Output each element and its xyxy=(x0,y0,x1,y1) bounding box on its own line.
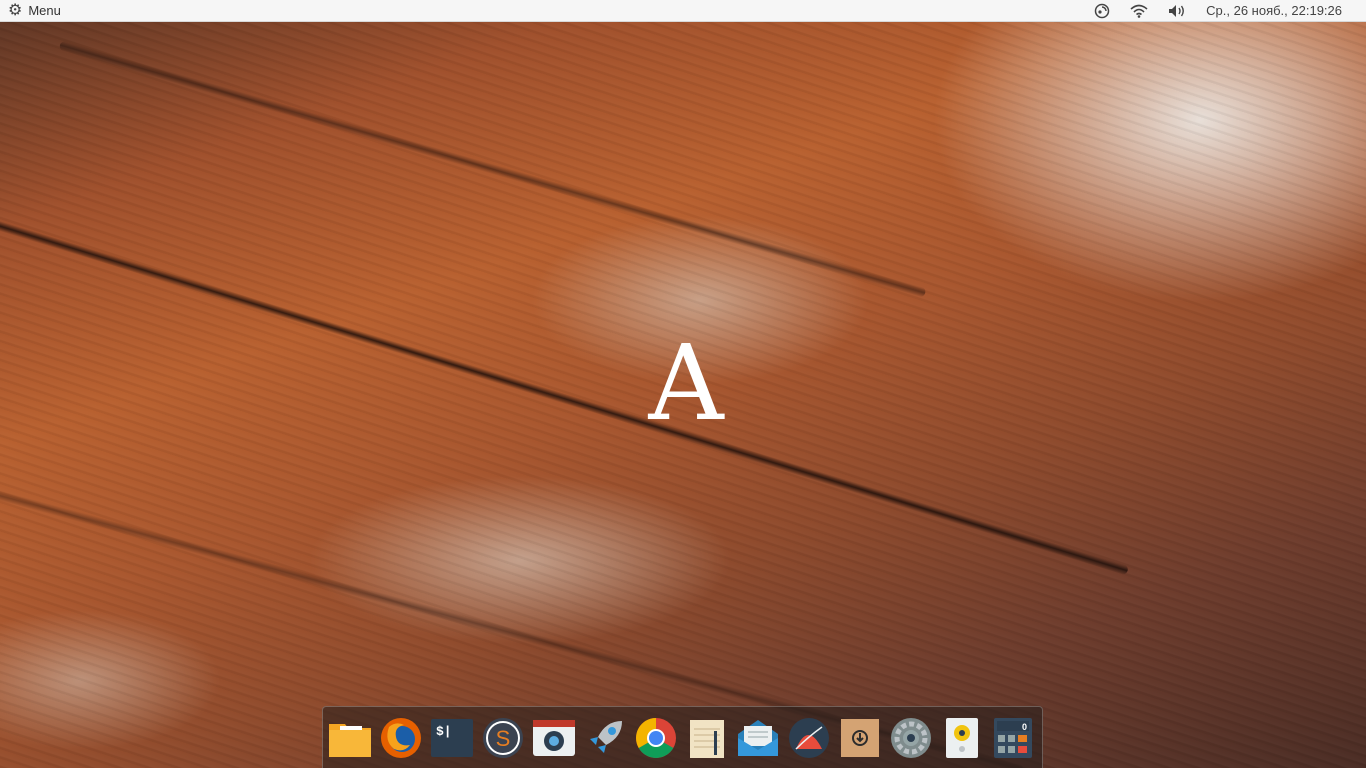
gear-icon: ⚙ xyxy=(8,1,23,19)
wallpaper-crack xyxy=(58,40,927,298)
dock: $| S 0 xyxy=(322,706,1043,768)
calculator-icon: 0 xyxy=(994,717,1032,758)
dock-item-chrome[interactable] xyxy=(633,715,679,761)
svg-text:$|: $| xyxy=(436,724,452,739)
dock-item-archive[interactable] xyxy=(837,715,883,761)
system-tray: Ср., 26 нояб., 22:19:26 xyxy=(1084,0,1366,22)
dock-item-settings[interactable] xyxy=(888,715,934,761)
dock-item-files[interactable] xyxy=(327,715,373,761)
desktop-logo: A xyxy=(648,322,724,444)
camera-icon xyxy=(533,719,575,756)
clock[interactable]: Ср., 26 нояб., 22:19:26 xyxy=(1196,0,1352,22)
sublime-text-icon: S xyxy=(483,717,523,758)
svg-text:S: S xyxy=(496,726,511,751)
volume-icon[interactable] xyxy=(1158,0,1196,22)
dock-item-launcher[interactable] xyxy=(582,715,628,761)
dock-item-notes[interactable] xyxy=(684,715,730,761)
wifi-icon[interactable] xyxy=(1120,0,1158,22)
menu-label: Menu xyxy=(28,3,61,18)
terminal-icon: $| xyxy=(431,718,473,757)
dock-item-camera[interactable] xyxy=(531,715,577,761)
dock-item-calculator[interactable]: 0 xyxy=(990,715,1036,761)
archive-manager-icon xyxy=(841,718,879,757)
speaker-icon xyxy=(946,717,978,758)
menu-button[interactable]: ⚙ Menu xyxy=(0,0,69,22)
top-panel: ⚙ Menu Ср., 26 нояб., 22:19:26 xyxy=(0,0,1366,22)
notes-icon xyxy=(690,719,724,758)
rocket-launcher-icon xyxy=(588,720,622,755)
dock-item-mail[interactable] xyxy=(735,715,781,761)
dock-item-gradient[interactable] xyxy=(786,715,832,761)
dock-item-firefox[interactable] xyxy=(378,715,424,761)
mail-icon xyxy=(738,719,778,756)
update-notifier-icon[interactable] xyxy=(1084,0,1120,22)
dock-item-sublime[interactable]: S xyxy=(480,715,526,761)
dock-item-speaker[interactable] xyxy=(939,715,985,761)
firefox-icon xyxy=(381,717,421,758)
chrome-icon xyxy=(636,717,676,758)
gradient-app-icon xyxy=(789,717,829,758)
settings-icon xyxy=(891,717,931,758)
files-icon xyxy=(329,723,371,757)
dock-item-terminal[interactable]: $| xyxy=(429,715,475,761)
svg-text:0: 0 xyxy=(1022,722,1027,732)
wallpaper-crack xyxy=(0,215,1130,576)
